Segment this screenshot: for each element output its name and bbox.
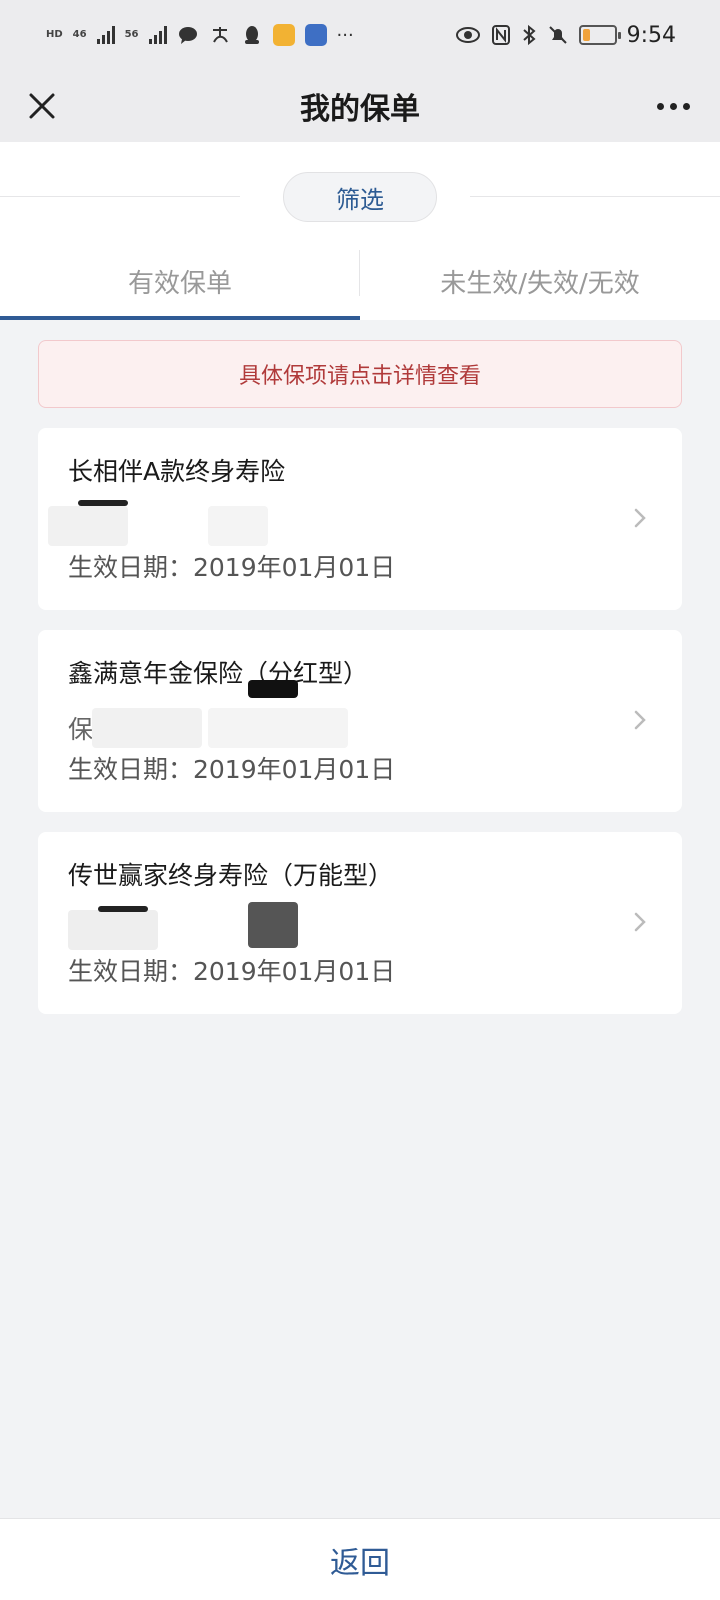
network-5g-label: 56 <box>124 29 139 40</box>
status-bar: HD 46 56 ··· 9:54 <box>0 0 720 70</box>
masked-policy-number <box>48 500 368 546</box>
masked-prefix: 保 <box>68 715 94 744</box>
tab-label: 有效保单 <box>127 268 232 299</box>
effective-date: 生效日期：2019年01月01日 <box>68 755 396 784</box>
signal-icon <box>148 26 167 44</box>
policy-name: 鑫满意年金保险（分红型） <box>68 659 369 688</box>
title-bar: 我的保单 <box>0 70 720 142</box>
blur-mask <box>208 708 348 748</box>
battery-icon <box>578 25 621 45</box>
bottom-bar: 返回 <box>0 1518 720 1600</box>
chevron-right-icon <box>634 508 646 528</box>
filter-divider-right <box>470 196 720 197</box>
tab-inactive-policies[interactable]: 未生效/失效/无效 <box>360 242 720 320</box>
blur-mask <box>98 906 148 912</box>
blur-mask <box>248 902 298 948</box>
chevron-right-icon <box>634 912 646 932</box>
effective-date: 生效日期：2019年01月01日 <box>68 553 396 582</box>
more-dot <box>656 102 664 110</box>
alipay-icon <box>212 27 228 43</box>
policy-card[interactable]: 长相伴A款终身寿险 生效日期：2019年01月01日 <box>38 428 682 610</box>
policy-card[interactable]: 鑫满意年金保险（分红型） 保 生效日期：2019年01月01日 <box>38 630 682 812</box>
tab-active-policies[interactable]: 有效保单 <box>0 242 360 320</box>
policy-list-page: HD 46 56 ··· 9:54 我的保单 筛选 有效保单 未生效/失效/无效… <box>0 0 720 1600</box>
close-icon <box>29 93 55 119</box>
filter-divider-left <box>0 196 240 197</box>
more-dot <box>669 102 677 110</box>
blur-mask <box>208 506 268 546</box>
policy-name: 长相伴A款终身寿险 <box>68 457 286 486</box>
detail-notice: 具体保项请点击详情查看 <box>38 340 682 408</box>
back-button[interactable]: 返回 <box>330 1538 390 1582</box>
active-tab-indicator <box>0 316 360 320</box>
status-left: HD 46 56 ··· <box>46 24 354 46</box>
clock-time: 9:54 <box>626 22 676 48</box>
signal-icon <box>96 26 115 44</box>
tab-label: 未生效/失效/无效 <box>440 268 640 299</box>
masked-policy-number: 保 <box>68 680 368 748</box>
network-4g-label: 46 <box>72 29 87 40</box>
more-dot <box>682 102 690 110</box>
eye-icon <box>455 27 480 43</box>
mail-icon <box>272 24 295 46</box>
chat-icon <box>178 27 197 44</box>
blur-mask <box>68 910 158 950</box>
blur-mask <box>78 500 128 506</box>
more-options-button[interactable] <box>648 84 698 128</box>
status-right: 9:54 <box>455 23 676 48</box>
bluetooth-icon <box>522 24 536 46</box>
masked-policy-number <box>68 902 368 950</box>
notice-text: 具体保项请点击详情查看 <box>238 364 481 389</box>
blur-mask <box>248 680 298 698</box>
hd-label: HD <box>46 29 63 40</box>
policy-card[interactable]: 传世赢家终身寿险（万能型） 生效日期：2019年01月01日 <box>38 832 682 1014</box>
app-icon <box>304 24 327 46</box>
blur-mask <box>92 708 202 748</box>
policy-name: 传世赢家终身寿险（万能型） <box>68 861 394 890</box>
blur-mask <box>48 506 128 546</box>
qq-icon <box>244 26 259 44</box>
close-button[interactable] <box>20 84 64 128</box>
page-title: 我的保单 <box>300 92 420 127</box>
tabs-area: 筛选 有效保单 未生效/失效/无效 <box>0 142 720 320</box>
effective-date: 生效日期：2019年01月01日 <box>68 957 396 986</box>
bell-mute-icon <box>548 26 567 44</box>
filter-button[interactable]: 筛选 <box>283 172 437 222</box>
chevron-right-icon <box>634 710 646 730</box>
nfc-icon <box>491 25 510 45</box>
more-dots-icon: ··· <box>336 24 354 46</box>
